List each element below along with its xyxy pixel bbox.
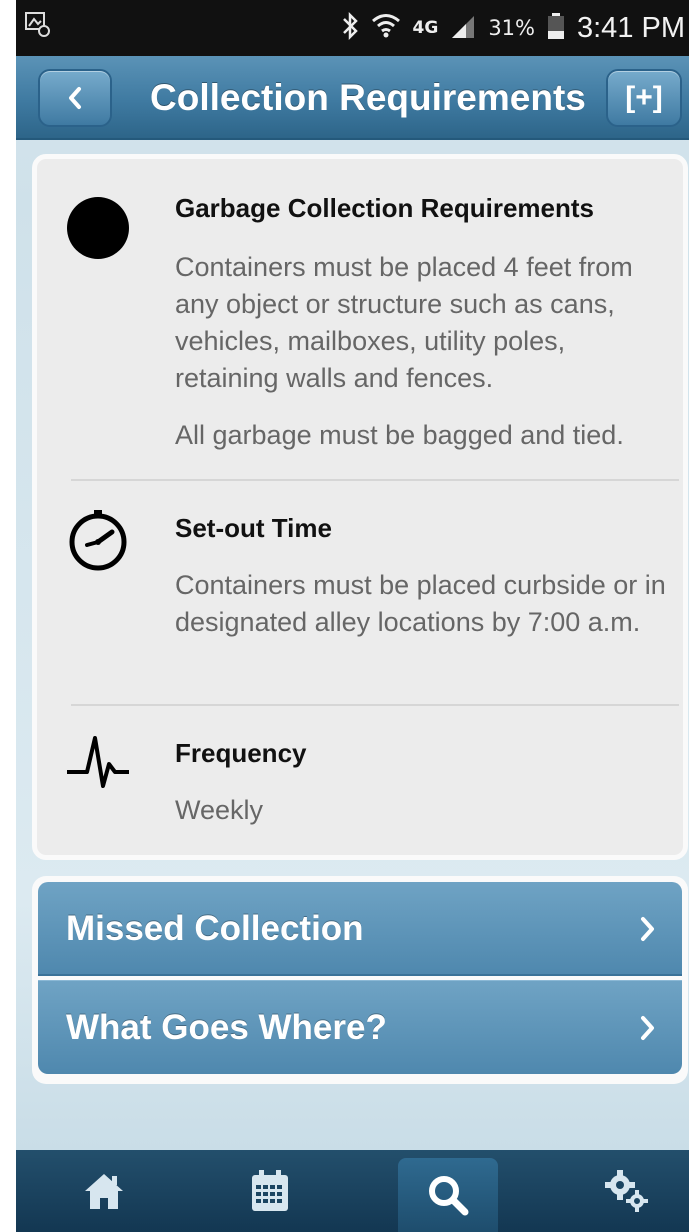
wifi-icon xyxy=(371,12,401,44)
section-text: Containers must be placed curbside or in… xyxy=(175,570,666,637)
circle-icon xyxy=(65,195,131,261)
missed-collection-link[interactable]: Missed Collection xyxy=(38,882,682,976)
chevron-right-icon xyxy=(641,917,654,941)
clock-time: 3:41 PM xyxy=(577,11,685,44)
section-text: Containers must be placed 4 feet from an… xyxy=(175,252,633,393)
back-button[interactable] xyxy=(38,69,112,127)
page-title: Collection Requirements xyxy=(150,77,586,118)
network-type-icon: 4G xyxy=(412,18,439,38)
what-goes-where-link[interactable]: What Goes Where? xyxy=(38,980,682,1074)
pulse-icon xyxy=(65,728,131,794)
navigation-list: Missed Collection What Goes Where? xyxy=(32,876,688,1084)
bluetooth-icon xyxy=(341,11,359,45)
section-text: All garbage must be bagged and tied. xyxy=(175,420,624,450)
search-icon xyxy=(429,1176,469,1216)
app-screen: 4G 31% 3:41 PM Collection Requirements [… xyxy=(16,0,689,1232)
section-title: Set-out Time xyxy=(175,513,332,543)
battery-icon xyxy=(547,12,565,44)
tab-home[interactable] xyxy=(54,1150,154,1232)
battery-percent: 31% xyxy=(488,16,535,40)
section-title: Garbage Collection Requirements xyxy=(175,193,594,223)
calendar-icon xyxy=(252,1170,288,1211)
bottom-tab-bar xyxy=(16,1150,689,1232)
divider xyxy=(71,704,679,706)
section-text: Weekly xyxy=(175,795,264,825)
chevron-right-icon xyxy=(641,1016,654,1040)
nav-item-label: What Goes Where? xyxy=(66,1008,387,1047)
clock-icon xyxy=(65,507,131,573)
tab-calendar[interactable] xyxy=(220,1150,320,1232)
divider xyxy=(71,479,679,481)
settings-gears-icon xyxy=(605,1170,648,1212)
requirements-card: Garbage Collection Requirements Containe… xyxy=(32,154,688,860)
tab-settings[interactable] xyxy=(576,1150,676,1232)
status-bar: 4G 31% 3:41 PM xyxy=(16,0,689,56)
section-title: Frequency xyxy=(175,738,307,768)
header-bar: Collection Requirements [+] xyxy=(16,56,689,140)
screenshot-notification-icon xyxy=(24,10,52,38)
chevron-left-icon xyxy=(69,87,81,109)
home-icon xyxy=(85,1174,123,1209)
nav-item-label: Missed Collection xyxy=(66,909,364,948)
tab-search[interactable] xyxy=(398,1158,498,1232)
signal-icon xyxy=(450,12,476,44)
add-button[interactable]: [+] xyxy=(606,69,682,127)
